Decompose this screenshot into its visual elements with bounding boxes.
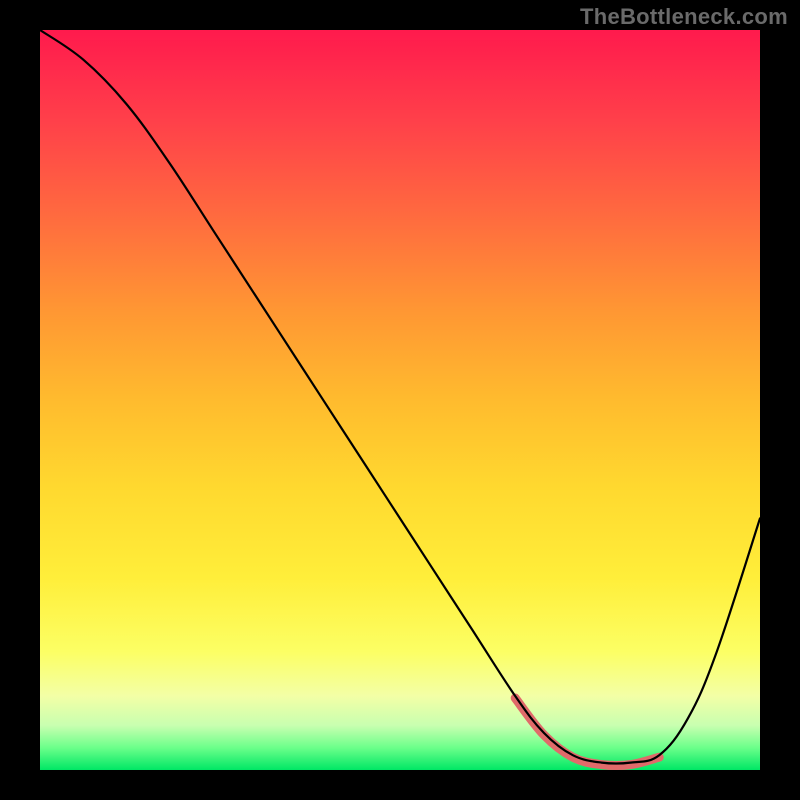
watermark-text: TheBottleneck.com (580, 4, 788, 30)
chart-frame: TheBottleneck.com (0, 0, 800, 800)
curve-line (40, 30, 760, 764)
chart-svg (40, 30, 760, 770)
plot-area (40, 30, 760, 770)
highlight-segment (515, 698, 659, 766)
